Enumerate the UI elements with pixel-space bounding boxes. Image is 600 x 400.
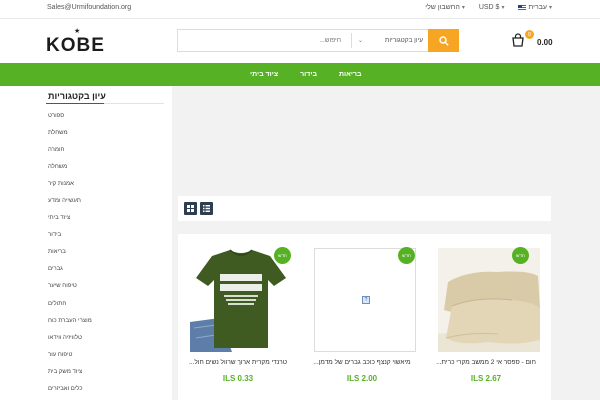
us-flag-icon bbox=[518, 5, 527, 10]
search-icon bbox=[438, 35, 449, 46]
sidebar-item[interactable]: תעשייה ומדע bbox=[48, 192, 164, 209]
broken-image-icon: ? bbox=[362, 296, 370, 304]
search-category-select[interactable]: ⌄ עיון בקטגוריות bbox=[351, 33, 429, 48]
nav-item-home-goods[interactable]: ציוד ביתי bbox=[250, 71, 278, 78]
sidebar-item[interactable]: מוצרי העברת כוח bbox=[48, 312, 164, 329]
top-links: החשבון שלי ▾ USD $ ▾ עברית ▾ bbox=[425, 4, 552, 11]
sidebar-item[interactable]: כלים ואביזרים bbox=[48, 381, 164, 398]
sidebar-item[interactable]: חומרה bbox=[48, 141, 164, 158]
product-price: ILS 2.00 bbox=[346, 374, 378, 383]
product-image-placeholder[interactable]: ? bbox=[314, 248, 416, 352]
sidebar-item[interactable]: ציוד ביתי bbox=[48, 210, 164, 227]
grid-view-button[interactable] bbox=[184, 202, 197, 215]
shopping-bag-icon bbox=[512, 33, 524, 47]
main-nav: ציוד ביתי בידור בריאות bbox=[0, 63, 600, 86]
product-image-tshirt[interactable] bbox=[190, 248, 292, 352]
sidebar-item[interactable]: חתולים bbox=[48, 295, 164, 312]
grid-icon bbox=[187, 205, 194, 212]
product-price: ILS 0.33 bbox=[222, 374, 254, 383]
sidebar-item[interactable]: בידור bbox=[48, 227, 164, 244]
sidebar-item[interactable]: ספורט bbox=[48, 107, 164, 124]
product-grid: חדש טרנדי מקרית ארוך שרוול נשים חול... I… bbox=[178, 234, 551, 400]
new-badge: חדש bbox=[398, 247, 415, 264]
nav-item-health[interactable]: בריאות bbox=[339, 71, 362, 78]
chevron-down-icon: ⌄ bbox=[358, 38, 364, 44]
sidebar-item[interactable]: בריאות bbox=[48, 244, 164, 261]
sidebar-item[interactable]: משחלת bbox=[48, 124, 164, 141]
chevron-down-icon: ▾ bbox=[461, 5, 465, 11]
sidebar-item[interactable]: ציוד משק בית bbox=[48, 363, 164, 380]
new-badge: חדש bbox=[274, 247, 291, 264]
account-label: החשבון שלי bbox=[425, 4, 460, 11]
list-icon bbox=[203, 205, 210, 212]
language-label: עברית bbox=[528, 4, 547, 11]
tshirt-print bbox=[220, 274, 262, 305]
star-icon: ★ bbox=[74, 28, 81, 35]
sidebar-item[interactable]: משחלה bbox=[48, 158, 164, 175]
search-button[interactable] bbox=[428, 29, 459, 52]
logo[interactable]: ★ KOBE bbox=[46, 28, 112, 56]
category-list: ספורט משחלת חומרה משחלה אמנות קיר תעשייה… bbox=[48, 107, 164, 398]
product-title[interactable]: טרנדי מקרית ארוך שרוול נשים חול... bbox=[182, 359, 294, 366]
search-bar: ⌄ עיון בקטגוריות bbox=[177, 29, 459, 52]
language-selector[interactable]: עברית ▾ bbox=[518, 4, 552, 11]
chevron-down-icon: ▾ bbox=[501, 5, 505, 11]
logo-text: KOBE bbox=[46, 35, 105, 56]
product-title[interactable]: חום - ספסר אי 2 ממשב מקרי כרית... bbox=[430, 359, 542, 366]
header: ★ KOBE ⌄ עיון בקטגוריות 0 0.00 bbox=[0, 20, 600, 62]
currency-label: USD $ bbox=[478, 4, 500, 11]
list-view-button[interactable] bbox=[200, 202, 213, 215]
currency-selector[interactable]: USD $ ▾ bbox=[479, 4, 505, 11]
sidebar-item[interactable]: גברים bbox=[48, 261, 164, 278]
cart-count-badge: 0 bbox=[525, 30, 534, 39]
divider-accent bbox=[46, 103, 104, 104]
product-title[interactable]: מיאשוי קנצף כוכב גברים של מדמן... bbox=[306, 359, 418, 366]
new-badge: חדש bbox=[512, 247, 529, 264]
cart[interactable]: 0 0.00 bbox=[511, 30, 553, 52]
product-card[interactable]: ? חדש מיאשוי קנצף כוכב גברים של מדמן... … bbox=[302, 234, 422, 400]
product-card[interactable]: חדש חום - ספסר אי 2 ממשב מקרי כרית... IL… bbox=[426, 234, 546, 400]
nav-item-entertainment[interactable]: בידור bbox=[300, 71, 317, 78]
product-card[interactable]: חדש טרנדי מקרית ארוך שרוול נשים חול... I… bbox=[178, 234, 298, 400]
top-bar: Sales@Urmifoundation.org החשבון שלי ▾ US… bbox=[0, 0, 600, 19]
sidebar-item[interactable]: טיפוח שיער bbox=[48, 278, 164, 295]
view-mode-toolbar bbox=[178, 196, 551, 221]
product-price: ILS 2.67 bbox=[470, 374, 502, 383]
sidebar-title: עיון בקטגוריות bbox=[48, 91, 106, 101]
account-menu[interactable]: החשבון שלי ▾ bbox=[425, 4, 465, 11]
search-input[interactable] bbox=[178, 30, 351, 51]
cart-total: 0.00 bbox=[537, 38, 553, 47]
sidebar-item[interactable]: אמנות קיר bbox=[48, 175, 164, 192]
contact-email[interactable]: Sales@Urmifoundation.org bbox=[47, 4, 131, 11]
nav-items: ציוד ביתי בידור בריאות bbox=[250, 63, 361, 86]
sidebar-item[interactable]: טלוויזיה ווידאו bbox=[48, 329, 164, 346]
sidebar-item[interactable]: טיפוח עור bbox=[48, 346, 164, 363]
chevron-down-icon: ▾ bbox=[548, 5, 552, 11]
product-image-pillows[interactable] bbox=[438, 248, 540, 352]
search-category-label: עיון בקטגוריות bbox=[384, 37, 423, 44]
